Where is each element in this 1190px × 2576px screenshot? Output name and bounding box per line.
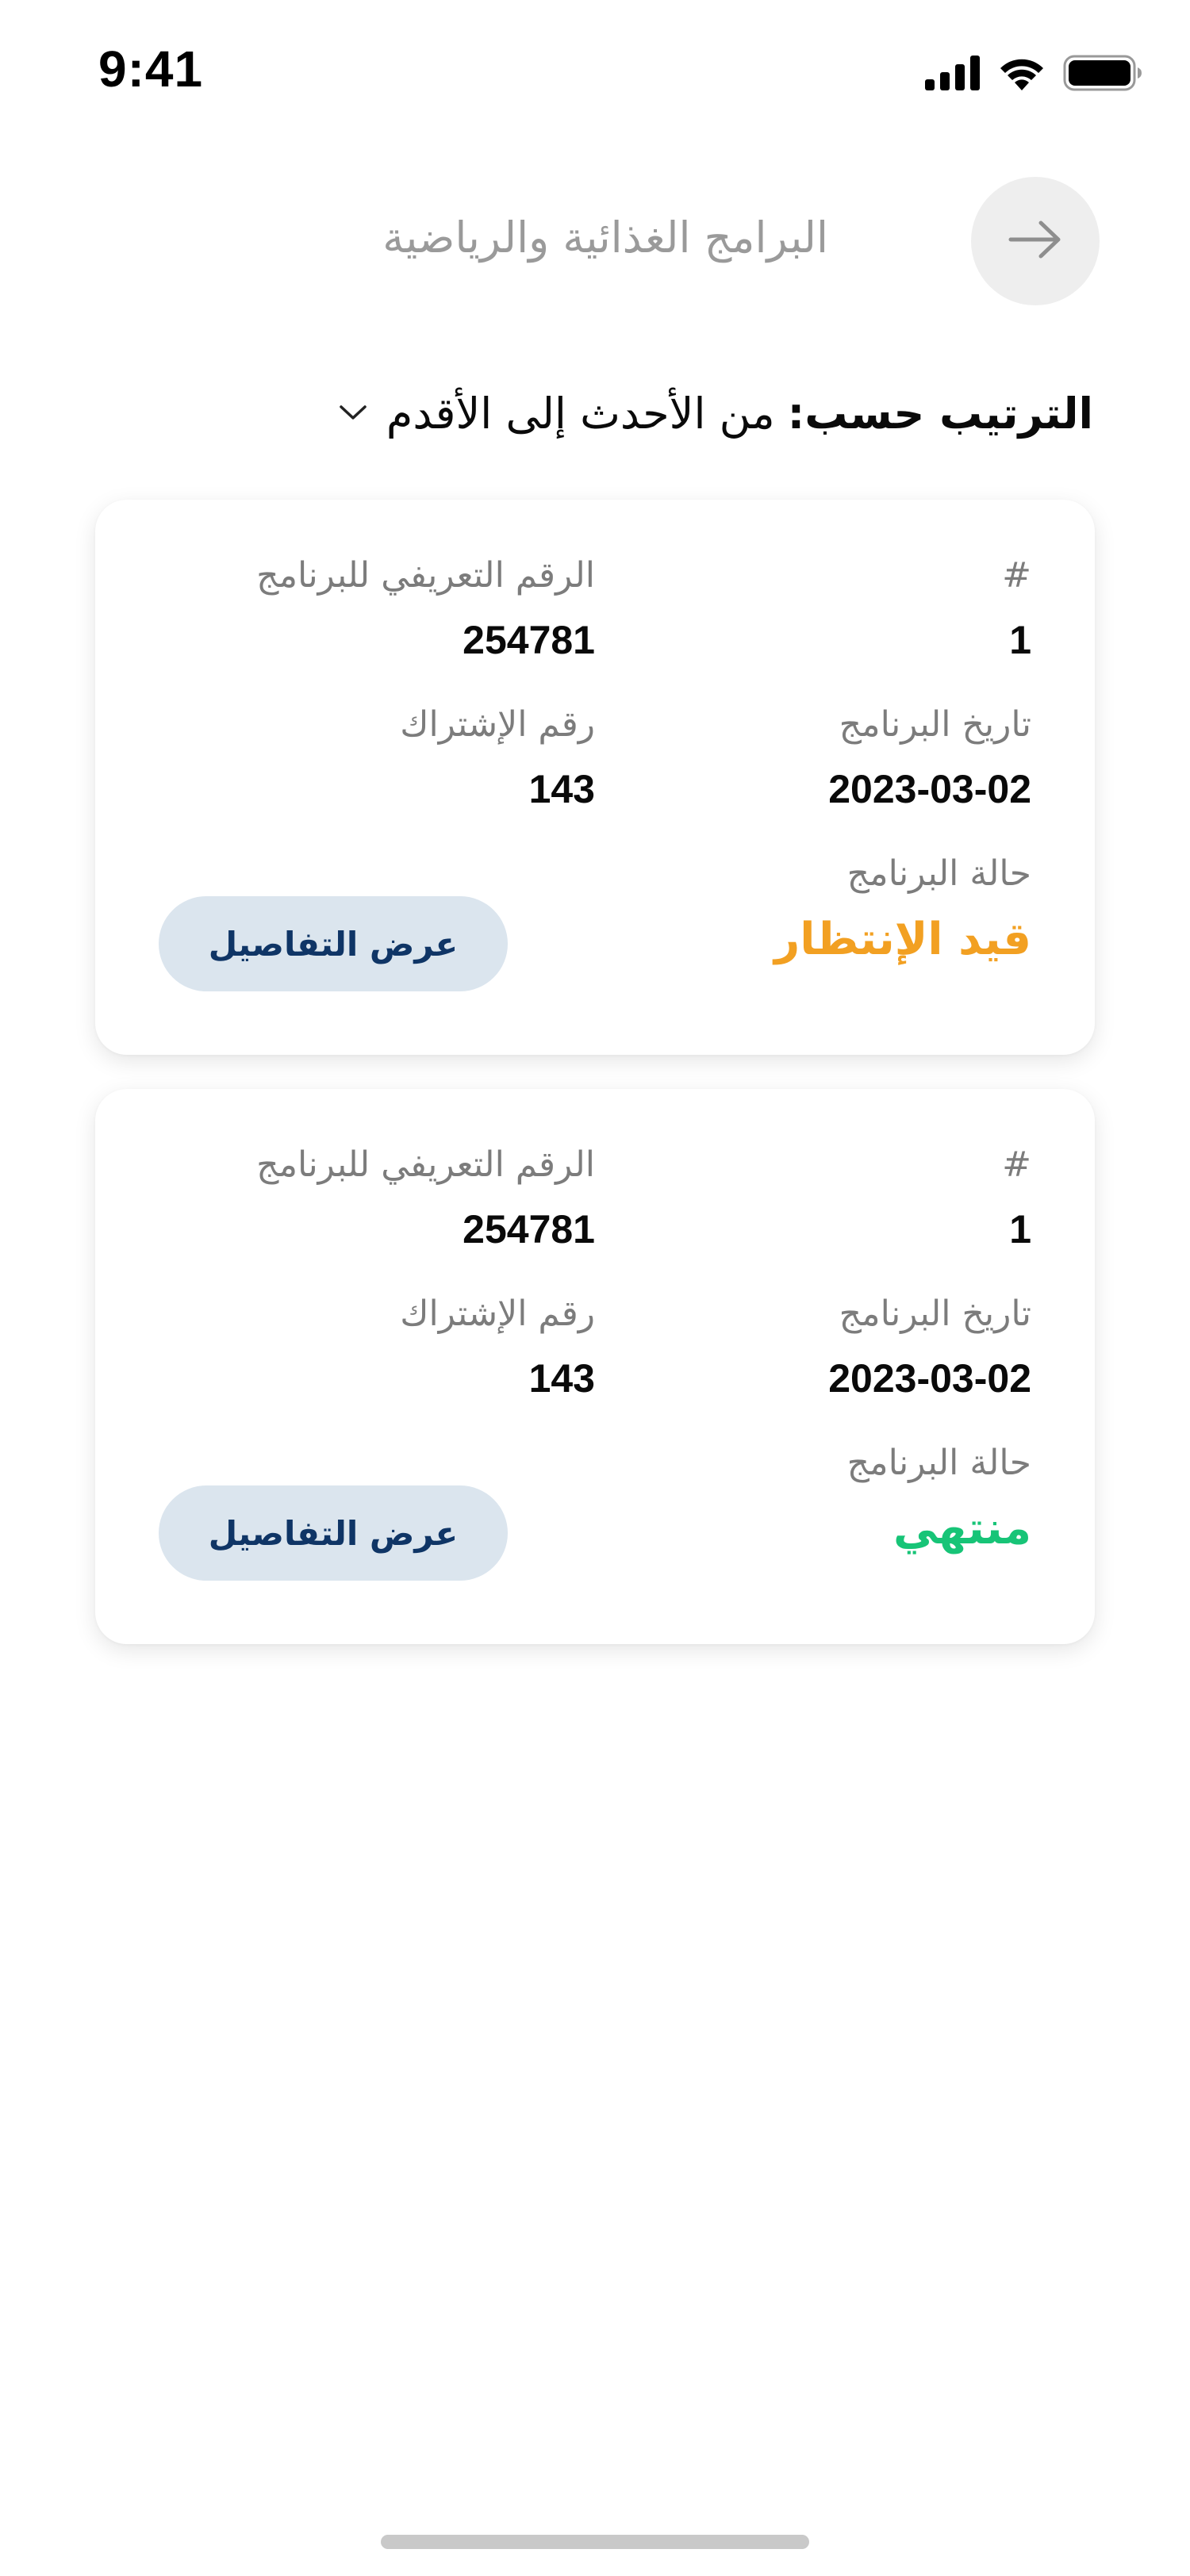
sort-label: الترتيب حسب: bbox=[787, 389, 1093, 439]
battery-icon bbox=[1063, 55, 1142, 91]
program-status-label: حالة البرنامج bbox=[846, 853, 1031, 894]
cellular-signal-icon bbox=[925, 56, 981, 90]
subscription-number-value: 143 bbox=[528, 767, 595, 811]
program-card: # 1 الرقم التعريفي للبرنامج 254781 تاريخ… bbox=[95, 1089, 1095, 1644]
program-id-label: الرقم التعريفي للبرنامج bbox=[256, 555, 595, 596]
view-details-button[interactable]: عرض التفاصيل bbox=[159, 1485, 508, 1581]
header: البرامج الغذائية والرياضية bbox=[0, 174, 1190, 309]
subscription-number-value: 143 bbox=[528, 1356, 595, 1401]
program-status-finished: منتهي bbox=[892, 1503, 1031, 1554]
view-details-button[interactable]: عرض التفاصيل bbox=[159, 896, 508, 991]
sort-dropdown[interactable]: الترتيب حسب: من الأحدث إلى الأقدم bbox=[339, 389, 1093, 439]
program-date-value: 2023-03-02 bbox=[828, 767, 1031, 811]
program-id-value: 254781 bbox=[463, 618, 595, 662]
program-date-label: تاريخ البرنامج bbox=[839, 1294, 1031, 1334]
wifi-icon bbox=[998, 56, 1046, 90]
home-indicator[interactable] bbox=[381, 2535, 809, 2549]
subscription-number-label: رقم الإشتراك bbox=[400, 1294, 595, 1334]
program-status-label: حالة البرنامج bbox=[846, 1443, 1031, 1483]
subscription-number-label: رقم الإشتراك bbox=[400, 704, 595, 745]
status-icons bbox=[925, 52, 1142, 94]
program-id-value: 254781 bbox=[463, 1207, 595, 1252]
arrow-right-icon bbox=[1008, 220, 1063, 263]
program-card: # 1 الرقم التعريفي للبرنامج 254781 تاريخ… bbox=[95, 500, 1095, 1055]
program-date-label: تاريخ البرنامج bbox=[839, 704, 1031, 745]
status-bar: 9:41 bbox=[0, 0, 1190, 143]
status-time: 9:41 bbox=[98, 40, 204, 98]
chevron-down-icon bbox=[339, 404, 367, 424]
program-id-label: الرقم التعريفي للبرنامج bbox=[256, 1144, 595, 1185]
program-date-value: 2023-03-02 bbox=[828, 1356, 1031, 1401]
index-label: # bbox=[1002, 1144, 1031, 1185]
page-title: البرامج الغذائية والرياضية bbox=[382, 213, 828, 263]
screen: 9:41 البرامج الغذائية والرياضية الترتيب … bbox=[0, 0, 1190, 2576]
index-value: 1 bbox=[1009, 1207, 1031, 1252]
back-button[interactable] bbox=[971, 177, 1100, 305]
sort-value: من الأحدث إلى الأقدم bbox=[386, 389, 775, 439]
index-label: # bbox=[1002, 555, 1031, 596]
index-value: 1 bbox=[1009, 618, 1031, 662]
program-status-pending: قيد الإنتظار bbox=[774, 914, 1031, 965]
